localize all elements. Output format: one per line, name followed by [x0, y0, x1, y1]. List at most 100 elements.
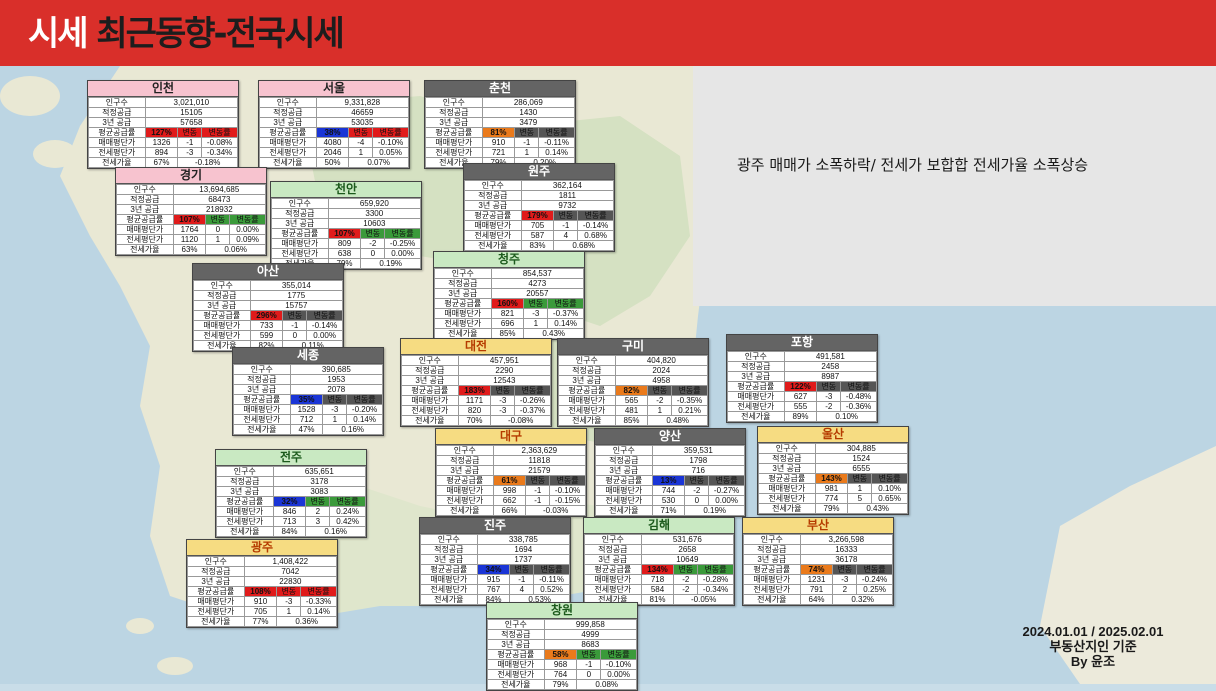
- label-avg-supply-rate: 평균공급률: [487, 649, 545, 660]
- proper-supply-value: 4999: [543, 629, 638, 640]
- stats-row: 3년 공급 21579: [436, 465, 587, 476]
- jeonse-ratio-value: 63%: [172, 244, 207, 255]
- avg-supply-rate-value: 143%: [814, 473, 849, 484]
- sale-change-rate-value: -0.14%: [577, 220, 614, 231]
- label-change: 변동: [553, 210, 579, 221]
- population-value: 531,676: [640, 534, 735, 545]
- sale-change-value: -4: [348, 137, 374, 148]
- sale-change-rate-value: -0.48%: [840, 391, 877, 402]
- stats-row: 인구수 3,266,598: [743, 534, 894, 545]
- region-name: 서울: [259, 81, 409, 97]
- jeonse-price-value: 584: [640, 584, 675, 595]
- title-main: 시세: [28, 14, 89, 54]
- sale-price-value: 981: [814, 483, 849, 494]
- stats-row: 인구수 9,331,828: [259, 97, 410, 108]
- stats-row: 평균공급률 74% 변동 변동률: [743, 564, 893, 575]
- three-year-supply-value: 4958: [614, 375, 709, 386]
- label-jeonse-price: 전세평단가: [401, 405, 459, 416]
- three-year-supply-value: 53035: [315, 117, 410, 128]
- jeonse-ratio-change-value: 0.32%: [832, 594, 893, 605]
- jeonse-change-rate-value: 0.14%: [538, 147, 575, 158]
- region-stats-table: 인구수 404,820 적정공급 2024 3년 공급 4958 평균공급률 82% 변동 변동률…: [558, 355, 709, 426]
- stats-row: 전세가율 64% 0.32%: [743, 594, 893, 605]
- stats-row: 적정공급 4999: [487, 629, 638, 640]
- label-sale-price: 매매평단가: [271, 238, 329, 249]
- jeonse-ratio-value: 81%: [640, 594, 675, 605]
- sale-price-value: 910: [243, 596, 278, 607]
- jeonse-change-rate-value: 0.00%: [384, 248, 421, 259]
- jeonse-ratio-change-value: 0.08%: [576, 679, 637, 690]
- label-change-rate: 변동률: [372, 127, 409, 138]
- stats-row: 3년 공급 9732: [464, 200, 615, 211]
- region-card: 울산 인구수 304,885 적정공급 1524 3년 공급 6555 평균공급률 143% 변동…: [757, 426, 909, 515]
- sale-price-value: 968: [543, 659, 578, 670]
- label-avg-supply-rate: 평균공급률: [727, 381, 785, 392]
- stats-row: 3년 공급 3083: [216, 486, 367, 497]
- label-proper-supply: 적정공급: [88, 107, 146, 118]
- label-proper-supply: 적정공급: [425, 107, 483, 118]
- label-jeonse-price: 전세평단가: [584, 584, 642, 595]
- label-proper-supply: 적정공급: [401, 365, 459, 376]
- stats-row: 매매평단가 627 -3 -0.48%: [727, 391, 877, 402]
- sale-price-value: 627: [783, 391, 818, 402]
- region-stats-table: 인구수 491,581 적정공급 2458 3년 공급 8987 평균공급률 122% 변동 변동…: [727, 351, 878, 422]
- jeonse-change-value: -2: [816, 401, 842, 412]
- population-value: 355,014: [249, 280, 344, 291]
- stats-row: 매매평단가 821 -3 -0.37%: [434, 308, 584, 319]
- stats-row: 적정공급 1775: [193, 290, 344, 301]
- population-value: 359,531: [651, 445, 746, 456]
- three-year-supply-value: 20557: [490, 288, 585, 299]
- population-value: 3,021,010: [144, 97, 239, 108]
- stats-row: 3년 공급 2078: [233, 384, 384, 395]
- jeonse-change-value: 0: [576, 669, 602, 680]
- jeonse-ratio-value: 67%: [144, 157, 179, 168]
- label-sale-price: 매매평단가: [193, 320, 251, 331]
- label-change-rate: 변동률: [201, 127, 238, 138]
- stats-row: 전세가율 47% 0.16%: [233, 424, 383, 435]
- label-jeonse-price: 전세평단가: [271, 248, 329, 259]
- sale-change-value: -2: [673, 574, 699, 585]
- jeonse-ratio-change-value: -0.18%: [177, 157, 238, 168]
- label-change: 변동: [832, 564, 858, 575]
- stats-row: 전세평단가 721 1 0.14%: [425, 147, 575, 158]
- label-3yr-supply: 3년 공급: [487, 639, 545, 650]
- label-jeonse-ratio: 전세가율: [259, 157, 317, 168]
- stats-row: 적정공급 1811: [464, 190, 615, 201]
- label-proper-supply: 적정공급: [758, 453, 816, 464]
- region-card: 서울 인구수 9,331,828 적정공급 46659 3년 공급 53035 평균공급률 38…: [258, 80, 410, 169]
- jeonse-ratio-change-value: 0.19%: [360, 258, 421, 269]
- jeonse-ratio-change-value: 0.16%: [322, 424, 383, 435]
- three-year-supply-value: 8683: [543, 639, 638, 650]
- stats-row: 매매평단가 1764 0 0.00%: [116, 224, 266, 235]
- label-change: 변동: [276, 586, 302, 597]
- label-jeonse-ratio: 전세가율: [187, 616, 245, 627]
- label-change-rate: 변동률: [871, 473, 908, 484]
- label-sale-price: 매매평단가: [487, 659, 545, 670]
- label-jeonse-ratio: 전세가율: [116, 244, 174, 255]
- region-card: 김해 인구수 531,676 적정공급 2658 3년 공급 10649 평균공급률 134% 변…: [583, 517, 735, 606]
- jeonse-ratio-value: 77%: [243, 616, 278, 627]
- three-year-supply-value: 15757: [249, 300, 344, 311]
- stats-row: 3년 공급 1737: [420, 554, 571, 565]
- label-3yr-supply: 3년 공급: [584, 554, 642, 565]
- region-stats-table: 인구수 659,920 적정공급 3300 3년 공급 10603 평균공급률 107% 변동 변…: [271, 198, 422, 269]
- jeonse-change-value: 1: [647, 405, 673, 416]
- region-stats-table: 인구수 9,331,828 적정공급 46659 3년 공급 53035 평균공급률 38% 변…: [259, 97, 410, 168]
- stats-row: 전세평단가 791 2 0.25%: [743, 584, 893, 595]
- label-change-rate: 변동률: [856, 564, 893, 575]
- stats-row: 전세평단가 2046 1 0.05%: [259, 147, 409, 158]
- proper-supply-value: 3178: [272, 476, 367, 487]
- jeonse-price-value: 894: [144, 147, 179, 158]
- label-sale-price: 매매평단가: [464, 220, 522, 231]
- stats-row: 적정공급 2024: [558, 365, 709, 376]
- three-year-supply-value: 12543: [457, 375, 552, 386]
- jeonse-change-value: 1: [523, 318, 549, 329]
- label-3yr-supply: 3년 공급: [727, 371, 785, 382]
- stats-row: 적정공급 11818: [436, 455, 587, 466]
- jeonse-price-value: 696: [490, 318, 525, 329]
- stats-row: 평균공급률 179% 변동 변동률: [464, 210, 614, 221]
- stats-row: 평균공급률 35% 변동 변동률: [233, 394, 383, 405]
- proper-supply-value: 1798: [651, 455, 746, 466]
- region-name: 원주: [464, 164, 614, 180]
- region-card: 대전 인구수 457,951 적정공급 2290 3년 공급 12543 평균공급률 183% 변…: [400, 338, 552, 427]
